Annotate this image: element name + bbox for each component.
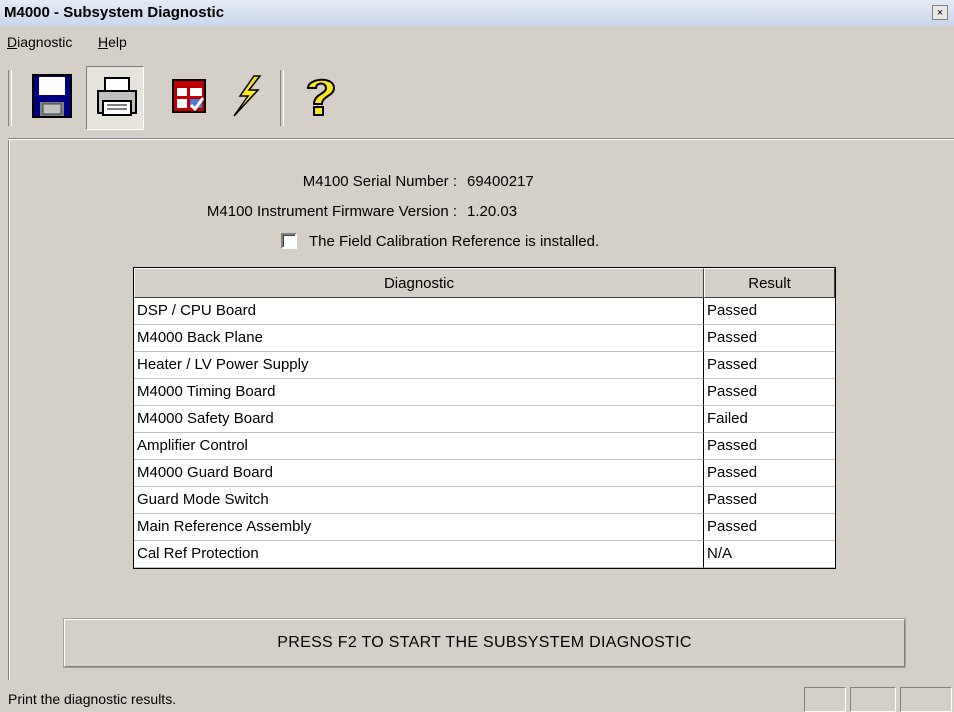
status-text: Print the diagnostic results.: [8, 691, 177, 707]
table-row[interactable]: Heater / LV Power Supply Passed: [134, 352, 835, 379]
firmware-version-label: M4100 Instrument Firmware Version :: [206, 203, 457, 220]
table-row[interactable]: Guard Mode Switch Passed: [134, 487, 835, 514]
result-cell: N/A: [704, 541, 835, 568]
lightning-bolt-icon: [233, 75, 262, 117]
help-button[interactable]: [292, 66, 350, 130]
table-header: Diagnostic Result: [134, 268, 835, 298]
diagnostic-cell: M4000 Back Plane: [134, 325, 704, 352]
table-row[interactable]: DSP / CPU Board Passed: [134, 298, 835, 325]
result-cell: Passed: [704, 325, 835, 352]
result-cell: Passed: [704, 298, 835, 325]
checklist-button[interactable]: [162, 66, 220, 130]
table-row[interactable]: Main Reference Assembly Passed: [134, 514, 835, 541]
menu-help[interactable]: Help: [98, 34, 127, 50]
power-button[interactable]: [218, 66, 276, 130]
diagnostic-cell: Guard Mode Switch: [134, 487, 704, 514]
menu-diagnostic[interactable]: Diagnostic: [7, 34, 72, 50]
diagnostic-cell: M4000 Guard Board: [134, 460, 704, 487]
diagnostic-cell: Amplifier Control: [134, 433, 704, 460]
firmware-version-value: 1.20.03: [467, 203, 518, 220]
table-row[interactable]: M4000 Guard Board Passed: [134, 460, 835, 487]
start-diagnostic-button[interactable]: PRESS F2 TO START THE SUBSYSTEM DIAGNOST…: [63, 618, 906, 668]
floppy-disk-save-icon: [32, 74, 72, 118]
result-cell: Passed: [704, 487, 835, 514]
result-cell: Passed: [704, 352, 835, 379]
table-body: DSP / CPU Board Passed M4000 Back Plane Pas…: [134, 298, 835, 568]
diagnostic-cell: Heater / LV Power Supply: [134, 352, 704, 379]
status-panel: [804, 687, 846, 712]
save-button[interactable]: [24, 66, 82, 130]
table-row[interactable]: M4000 Timing Board Passed: [134, 379, 835, 406]
diagnostic-cell: Cal Ref Protection: [134, 541, 704, 568]
content-divider: [8, 138, 954, 140]
diagnostic-cell: M4000 Timing Board: [134, 379, 704, 406]
table-row[interactable]: M4000 Back Plane Passed: [134, 325, 835, 352]
close-button[interactable]: ×: [932, 5, 948, 20]
diagnostic-cell: DSP / CPU Board: [134, 298, 704, 325]
table-row[interactable]: Amplifier Control Passed: [134, 433, 835, 460]
title-bar: M4000 - Subsystem Diagnostic ×: [0, 0, 954, 26]
result-cell: Passed: [704, 379, 835, 406]
status-panel: [850, 687, 896, 712]
table-row[interactable]: Cal Ref Protection N/A: [134, 541, 835, 568]
result-cell: Passed: [704, 514, 835, 541]
toolbar-grip: [8, 70, 12, 126]
column-header-result[interactable]: Result: [704, 268, 835, 298]
result-cell: Passed: [704, 460, 835, 487]
printer-icon: [97, 77, 137, 116]
question-mark-help-icon: [306, 78, 336, 116]
calibration-reference-checkbox[interactable]: [281, 233, 297, 249]
status-panel: [900, 687, 952, 712]
serial-number-label: M4100 Serial Number :: [302, 173, 457, 190]
calibration-reference-label[interactable]: The Field Calibration Reference is insta…: [309, 233, 599, 250]
diagnostic-results-table: Diagnostic Result DSP / CPU Board Passed M…: [133, 267, 836, 569]
content-border: [8, 140, 10, 680]
status-bar: Print the diagnostic results.: [0, 684, 954, 712]
toolbar: [8, 66, 954, 132]
print-button[interactable]: [86, 66, 144, 130]
serial-number-value: 69400217: [467, 173, 534, 190]
diagnostic-cell: M4000 Safety Board: [134, 406, 704, 433]
toolbar-separator: [280, 70, 284, 126]
table-row[interactable]: M4000 Safety Board Failed: [134, 406, 835, 433]
calendar-checkbox-icon: [172, 79, 206, 113]
result-cell: Failed: [704, 406, 835, 433]
window-title: M4000 - Subsystem Diagnostic: [4, 4, 225, 21]
diagnostic-cell: Main Reference Assembly: [134, 514, 704, 541]
result-cell: Passed: [704, 433, 835, 460]
column-header-diagnostic[interactable]: Diagnostic: [134, 268, 704, 298]
